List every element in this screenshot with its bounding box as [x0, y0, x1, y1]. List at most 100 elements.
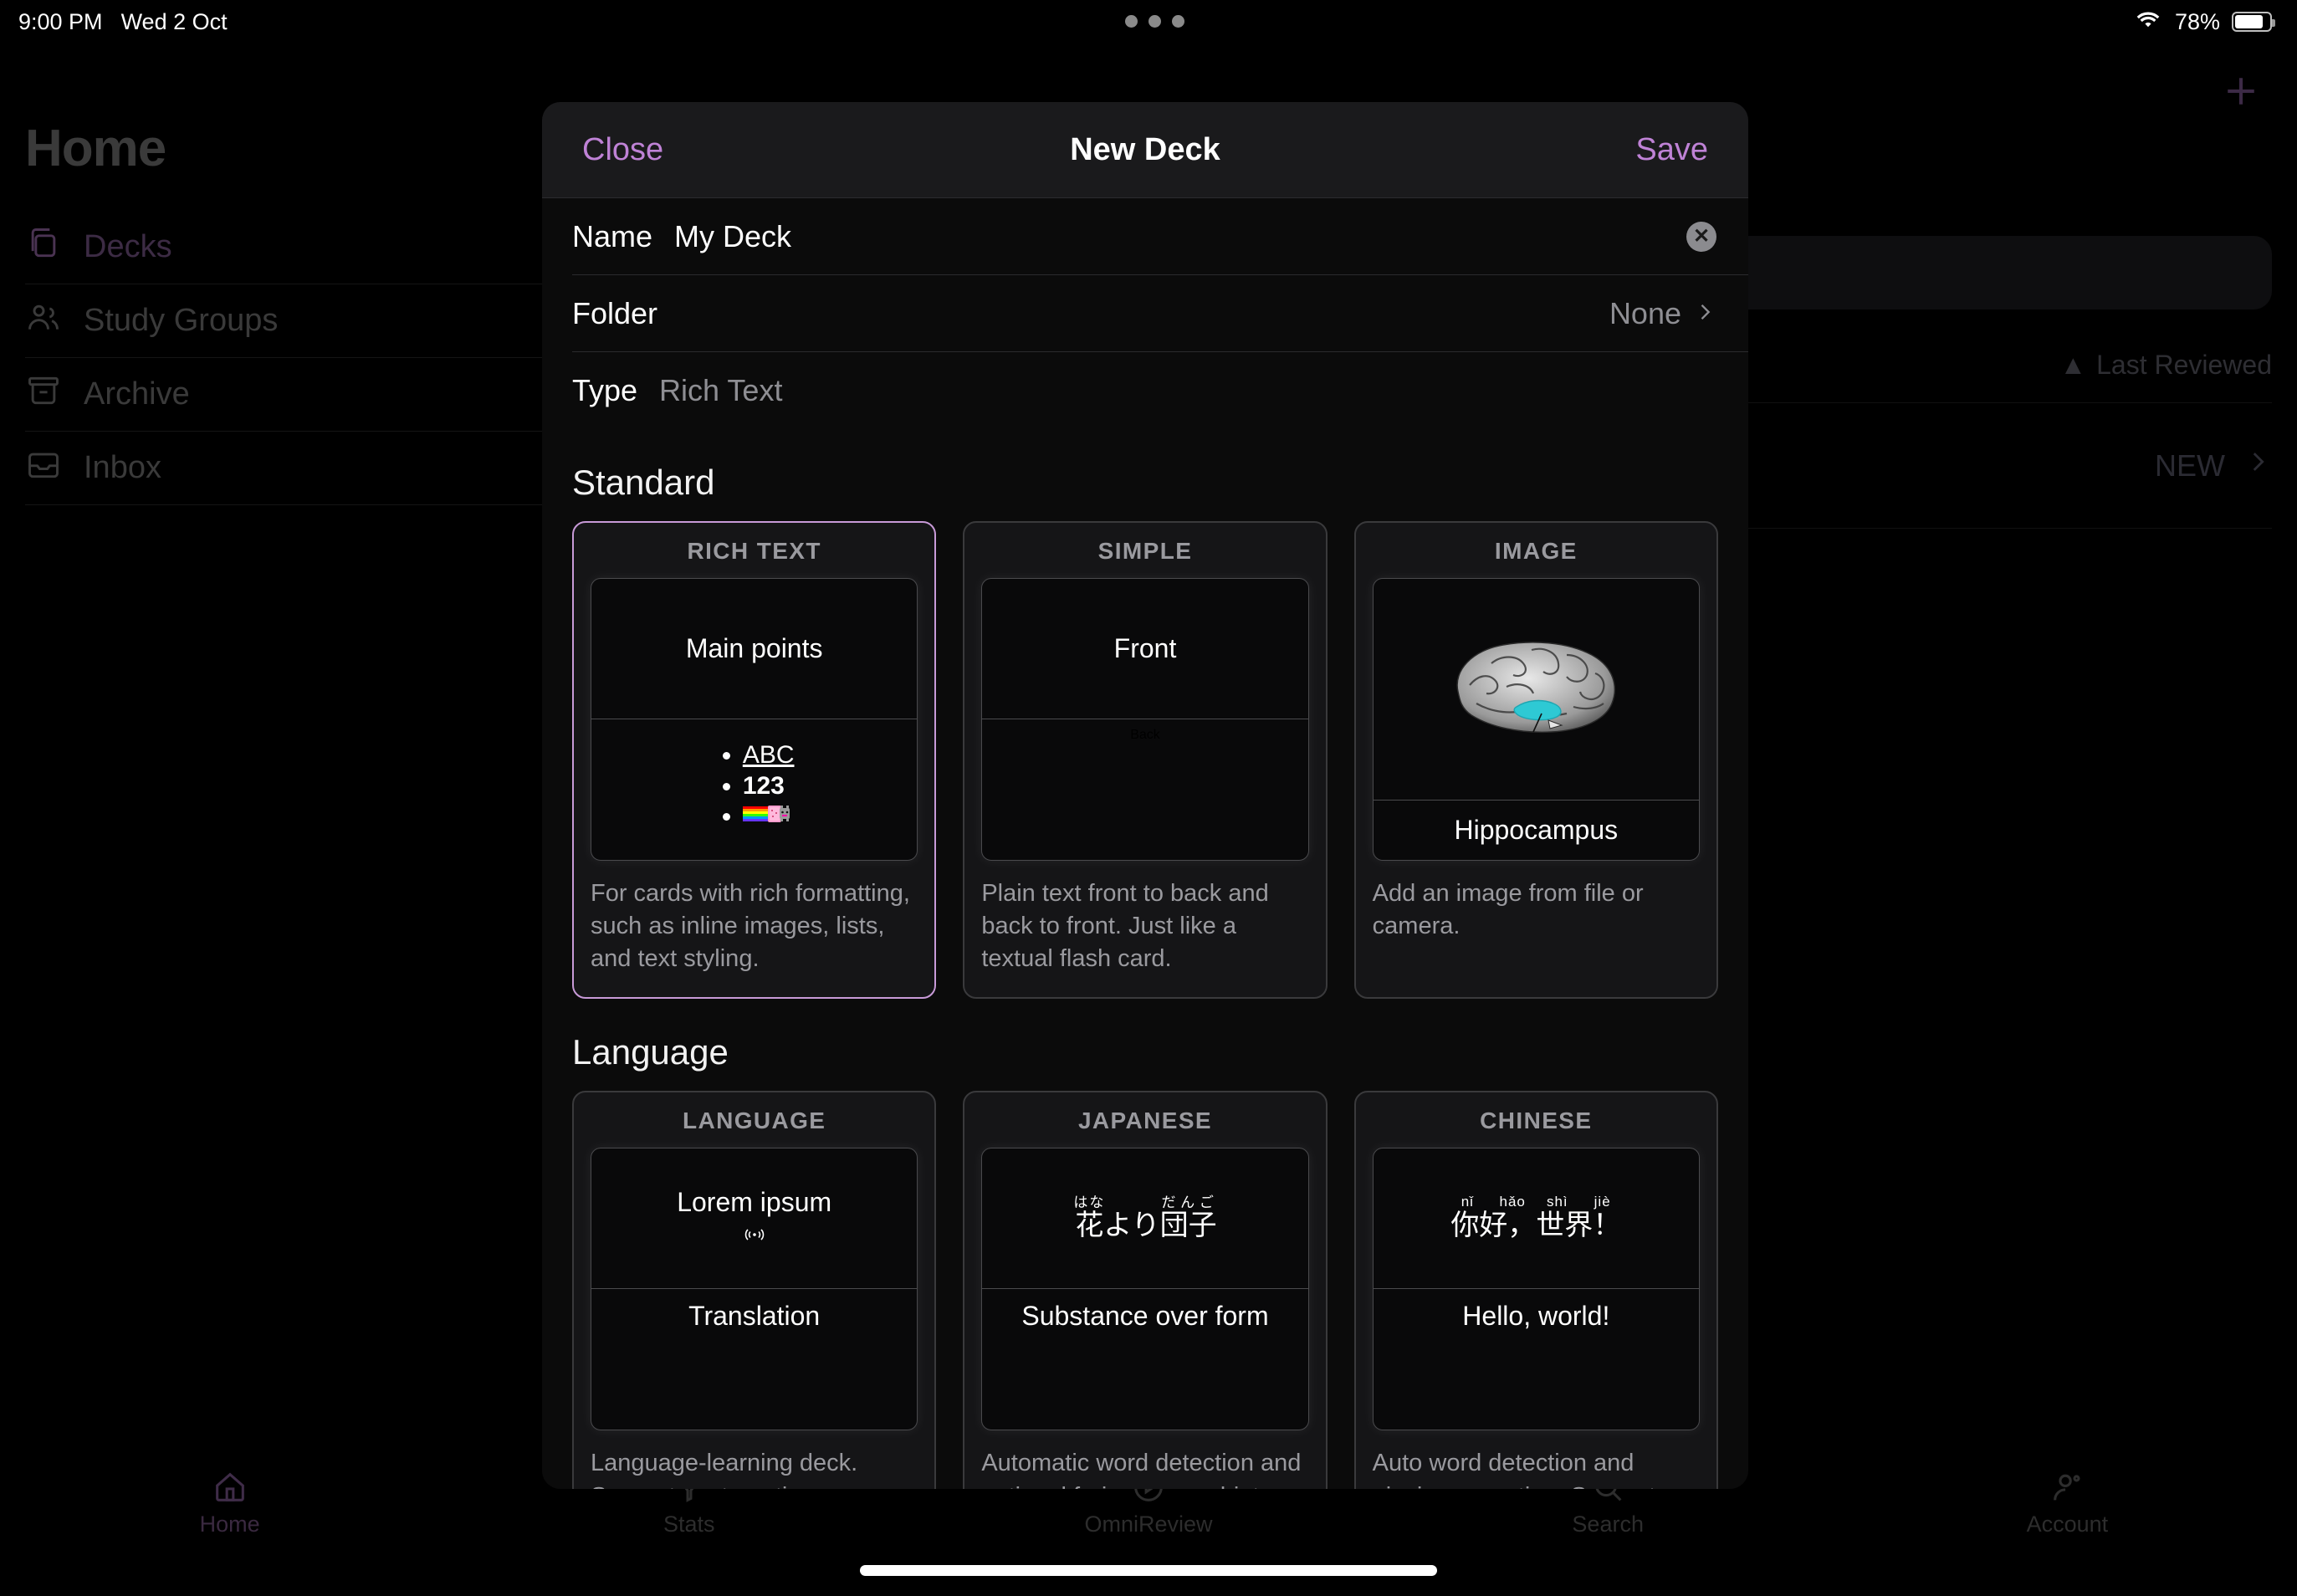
card-description: For cards with rich formatting, such as …	[591, 880, 910, 973]
tab-home[interactable]: Home	[0, 1468, 459, 1537]
card-preview: Main points ABC 123	[591, 578, 918, 861]
type-label: Type	[572, 373, 638, 407]
save-button[interactable]: Save	[1635, 132, 1708, 168]
tab-label: Stats	[663, 1511, 715, 1537]
battery-icon	[2232, 12, 2275, 32]
sidebar-list: Decks Study Groups Archive Inbox	[25, 211, 607, 505]
tab-label: OmniReview	[1084, 1511, 1213, 1537]
card-chinese[interactable]: CHINESE 你好，nǐ hǎo世界！shì jiè Hello, world…	[1353, 1091, 1718, 1489]
language-card-grid: LANGUAGE Lorem ipsum Translation Languag…	[572, 1091, 1718, 1489]
card-preview: Front Back	[981, 578, 1309, 861]
sidebar-item-label: Inbox	[84, 450, 161, 485]
sort-arrow-icon: ▲	[2059, 350, 2087, 380]
field-row-folder[interactable]: Folder None	[572, 275, 1748, 352]
preview-front: Lorem ipsum	[591, 1148, 918, 1290]
tab-label: Home	[199, 1511, 260, 1537]
tab-label: Search	[1572, 1511, 1644, 1537]
new-badge: NEW	[2155, 448, 2225, 483]
decks-icon	[25, 225, 62, 270]
modal-header: Close New Deck Save	[542, 102, 1748, 198]
name-clear-wrap[interactable]: ✕	[1686, 221, 1716, 252]
name-label: Name	[572, 218, 653, 253]
inbox-tray-icon	[25, 446, 62, 491]
battery-percent: 78%	[2174, 8, 2220, 34]
preview-back: Substance over form	[1021, 1301, 1269, 1332]
card-image[interactable]: IMAGE Hippocampus Add an image from file…	[1353, 521, 1718, 1000]
status-bar-left: 9:00 PM Wed 2 Oct	[18, 9, 228, 35]
tab-label: Account	[2026, 1511, 2109, 1537]
plus-icon[interactable]	[2218, 69, 2264, 114]
preview-header: Main points	[591, 579, 918, 719]
preview-front: 你好，nǐ hǎo世界！shì jiè	[1373, 1148, 1699, 1290]
preview-back: Translation	[688, 1301, 821, 1332]
archive-box-icon	[25, 372, 62, 417]
sidebar-item-decks[interactable]: Decks	[25, 211, 607, 284]
preview-front-text: Lorem ipsum	[677, 1186, 832, 1217]
chevron-right-icon	[2243, 448, 2272, 483]
list-item: 123	[743, 772, 795, 801]
modal-title: New Deck	[1070, 131, 1220, 167]
folder-value: None	[1609, 295, 1681, 330]
brain-hippocampus-image	[1374, 579, 1699, 800]
preview-body: ABC 123	[591, 719, 917, 860]
status-time: 9:00 PM	[18, 8, 103, 34]
home-indicator[interactable]	[860, 1565, 1437, 1576]
multitasking-dots-icon[interactable]	[1125, 15, 1184, 28]
people-icon	[25, 299, 62, 344]
sidebar-item-label: Decks	[84, 229, 172, 264]
chevron-right-icon	[1693, 296, 1716, 331]
nyan-cat-icon	[742, 803, 791, 832]
clear-circle-icon[interactable]: ✕	[1686, 221, 1716, 252]
preview-back: Back	[1130, 728, 1160, 742]
preview-caption: Hippocampus	[1373, 800, 1699, 860]
card-description: Automatic word detection and optional fu…	[981, 1450, 1302, 1489]
sidebar-item-study-groups[interactable]: Study Groups	[25, 284, 607, 358]
card-description: Add an image from file or camera.	[1372, 880, 1644, 940]
folder-label: Folder	[572, 295, 658, 330]
card-caption: CHINESE	[1480, 1107, 1593, 1134]
folder-value-wrap[interactable]: None	[1609, 296, 1716, 331]
card-preview: Hippocampus	[1372, 578, 1700, 861]
card-preview: 你好，nǐ hǎo世界！shì jiè Hello, world!	[1372, 1148, 1700, 1431]
section-title-language: Language	[572, 1032, 729, 1072]
wifi-icon	[2133, 8, 2163, 37]
type-value: Rich Text	[659, 373, 783, 407]
sidebar-item-inbox[interactable]: Inbox	[25, 432, 607, 505]
list-item: ABC	[743, 741, 795, 770]
card-description: Language-learning deck. Supports automat…	[591, 1450, 858, 1489]
card-rich-text[interactable]: RICH TEXT Main points ABC 123	[572, 521, 937, 1000]
status-bar: 9:00 PM Wed 2 Oct 78%	[0, 0, 2297, 43]
card-language[interactable]: LANGUAGE Lorem ipsum Translation Languag…	[572, 1091, 937, 1489]
speaker-waves-icon	[739, 1220, 770, 1251]
list-item	[742, 802, 795, 832]
card-caption: LANGUAGE	[682, 1107, 826, 1134]
sidebar-item-label: Study Groups	[84, 303, 279, 338]
card-caption: RICH TEXT	[687, 538, 821, 564]
card-simple[interactable]: SIMPLE Front Back Plain text front to ba…	[963, 521, 1328, 1000]
sidebar-title: Home	[25, 120, 166, 177]
name-input[interactable]: My Deck	[674, 219, 791, 254]
field-row-type: Type Rich Text	[572, 352, 1748, 429]
sort-label: Last Reviewed	[2096, 350, 2272, 380]
preview-front: 花はなより団子だんご	[982, 1148, 1308, 1290]
card-caption: IMAGE	[1494, 538, 1578, 564]
pinyin-text: 你好，nǐ hǎo世界！shì jiè	[1450, 1193, 1622, 1241]
card-description: Plain text front to back and back to fro…	[981, 880, 1269, 973]
card-caption: JAPANESE	[1077, 1107, 1213, 1134]
status-date: Wed 2 Oct	[120, 8, 228, 34]
field-row-name[interactable]: Name My Deck ✕	[572, 198, 1748, 275]
section-title-standard: Standard	[572, 463, 715, 502]
tab-account[interactable]: Account	[1838, 1468, 2297, 1537]
card-preview: Lorem ipsum Translation	[591, 1148, 918, 1431]
card-caption: SIMPLE	[1097, 538, 1193, 564]
furigana-text: 花はなより団子だんご	[1073, 1194, 1217, 1241]
sidebar-item-archive[interactable]: Archive	[25, 358, 607, 432]
card-japanese[interactable]: JAPANESE 花はなより団子だんご Substance over form …	[963, 1091, 1328, 1489]
card-preview: 花はなより団子だんご Substance over form	[981, 1148, 1309, 1431]
ipad-screen: Home Decks Study Groups Archive Inbox ▲ …	[0, 0, 2297, 1596]
sidebar-item-label: Archive	[84, 376, 190, 412]
rich-text-bullets: ABC 123	[714, 728, 795, 833]
preview-back: Hello, world!	[1462, 1301, 1610, 1332]
close-button[interactable]: Close	[582, 132, 663, 168]
new-deck-modal: Close New Deck Save Name My Deck ✕ Folde…	[542, 102, 1748, 1489]
